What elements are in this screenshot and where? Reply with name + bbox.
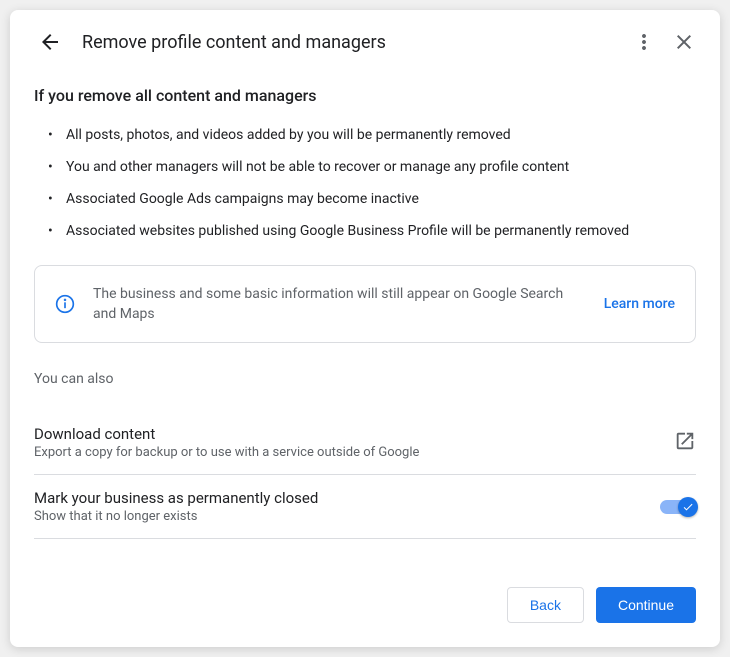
download-desc: Export a copy for backup or to use with … [34,445,674,460]
closed-desc: Show that it no longer exists [34,509,660,524]
info-icon [55,294,75,314]
back-arrow-button[interactable] [30,22,70,62]
list-item: Associated Google Ads campaigns may beco… [34,189,696,209]
option-text: Download content Export a copy for backu… [34,425,674,460]
arrow-back-icon [38,30,62,54]
continue-button[interactable]: Continue [596,587,696,623]
dialog-footer: Back Continue [34,587,696,623]
closed-title: Mark your business as permanently closed [34,489,660,507]
more-options-button[interactable] [624,22,664,62]
dialog: Remove profile content and managers If y… [10,10,720,647]
bullet-list: All posts, photos, and videos added by y… [34,125,696,241]
list-item: Associated websites published using Goog… [34,221,696,241]
close-icon [672,30,696,54]
open-in-new-icon [674,430,696,452]
dialog-content: If you remove all content and managers A… [10,74,720,647]
mark-closed-row: Mark your business as permanently closed… [34,475,696,539]
info-text: The business and some basic information … [93,284,586,324]
dialog-header: Remove profile content and managers [10,10,720,74]
download-content-row[interactable]: Download content Export a copy for backu… [34,411,696,475]
mark-closed-toggle[interactable] [660,500,696,514]
open-external-button[interactable] [674,430,696,456]
download-title: Download content [34,425,674,443]
back-button[interactable]: Back [507,587,584,623]
you-can-also-heading: You can also [34,371,696,387]
info-box: The business and some basic information … [34,265,696,343]
option-text: Mark your business as permanently closed… [34,489,660,524]
list-item: You and other managers will not be able … [34,157,696,177]
more-vert-icon [632,30,656,54]
list-item: All posts, photos, and videos added by y… [34,125,696,145]
close-button[interactable] [664,22,704,62]
section-heading: If you remove all content and managers [34,86,696,105]
toggle-knob [678,497,698,517]
check-icon [682,501,694,513]
learn-more-link[interactable]: Learn more [604,296,675,312]
dialog-title: Remove profile content and managers [82,32,624,53]
